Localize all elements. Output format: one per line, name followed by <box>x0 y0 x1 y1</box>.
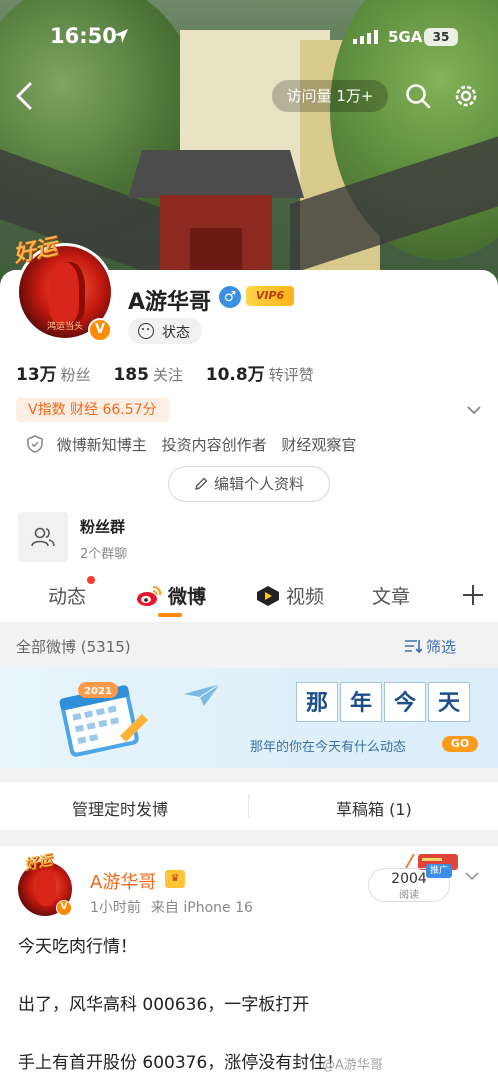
status-label: 状态 <box>162 325 190 341</box>
banner-title-char: 天 <box>428 682 470 722</box>
crown-icon: ♛ <box>165 870 185 888</box>
stat-value: 13万 <box>16 365 57 385</box>
read-label: 阅读 <box>399 890 419 901</box>
post-text-line: 出了，风华高科 000636，一字板打开 <box>18 995 310 1015</box>
post-time: 1小时前 <box>90 900 141 916</box>
status-button[interactable]: 状态 <box>128 318 202 344</box>
drafts-button[interactable]: 草稿箱 (1) <box>336 796 412 820</box>
post-actions-bar: 管理定时发博 草稿箱 (1) <box>0 782 498 830</box>
status-bar: 16:50 5GA 35 <box>0 22 498 52</box>
banner-title-char: 今 <box>384 682 426 722</box>
banner-title-char: 那 <box>296 682 338 722</box>
gear-icon[interactable] <box>452 82 480 110</box>
calendar-year: 2021 <box>84 686 112 697</box>
pencil-icon <box>195 477 208 490</box>
back-arrow-icon[interactable] <box>10 80 38 112</box>
section-divider <box>0 768 498 782</box>
watermark: @A游华哥 <box>322 1058 383 1073</box>
fans-group-subtitle: 2个群聊 <box>80 547 128 562</box>
location-arrow-icon <box>114 29 128 43</box>
battery-indicator: 35 <box>424 28 458 46</box>
shield-icon <box>27 435 43 453</box>
signal-icon <box>353 30 378 44</box>
filter-icon[interactable] <box>404 637 422 655</box>
tab-articles[interactable]: 文章 <box>372 582 410 609</box>
network-type: 5GA <box>388 28 423 46</box>
section-divider <box>0 830 498 846</box>
chevron-down-icon[interactable] <box>464 868 480 884</box>
stat-engagement[interactable]: 10.8万 转评赞 <box>206 360 314 385</box>
all-posts-count: 全部微博 (5315) <box>16 638 131 656</box>
filter-bar: 全部微博 (5315) 筛选 <box>0 622 498 668</box>
post-text-line: 今天吃肉行情！ <box>18 937 137 957</box>
active-tab-indicator <box>158 613 182 617</box>
post-verified-icon: V <box>56 900 72 916</box>
tab-weibo[interactable]: 微博 <box>168 582 206 609</box>
paper-plane-icon <box>184 683 221 706</box>
verified-icon: V <box>88 318 112 342</box>
profile-tags: 微博新知博主 投资内容创作者 财经观察官 <box>26 434 366 455</box>
edit-profile-label: 编辑个人资料 <box>213 475 304 493</box>
search-icon[interactable] <box>404 82 432 110</box>
stat-label: 转评赞 <box>268 366 314 384</box>
video-play-icon <box>257 586 279 606</box>
banner-subtitle: 那年的你在今天有什么动态 <box>250 740 407 755</box>
tab-activity[interactable]: 动态 <box>48 582 86 609</box>
vip-badge[interactable]: VIP6 <box>246 286 294 306</box>
male-gender-icon: ♂ <box>219 286 241 308</box>
post-text-line: 手上有首开股份 600376，涨停没有封住！ <box>18 1053 344 1073</box>
weibo-logo-icon <box>137 586 162 606</box>
tab-video[interactable]: 视频 <box>286 582 324 609</box>
fans-group-icon-box[interactable] <box>18 512 68 562</box>
tag-item: 财经观察官 <box>281 436 357 454</box>
people-icon <box>31 527 55 547</box>
memory-banner[interactable]: 2021 那年今天 那年的你在今天有什么动态 GO <box>0 668 498 768</box>
stat-value: 185 <box>113 365 149 385</box>
post-source: 来自 iPhone 16 <box>150 900 253 916</box>
plus-icon[interactable] <box>462 584 484 606</box>
go-button[interactable]: GO <box>442 736 478 752</box>
edit-profile-button[interactable]: 编辑个人资料 <box>168 466 330 502</box>
v-index-badge[interactable]: V指数 财经 66.57分 <box>16 398 169 422</box>
banner-title: 那年今天 <box>296 682 478 726</box>
filter-button[interactable]: 筛选 <box>426 636 456 657</box>
stat-following[interactable]: 185 关注 <box>113 364 183 385</box>
banner-title-char: 年 <box>340 682 382 722</box>
tag-item: 投资内容创作者 <box>161 436 267 454</box>
profile-stats: 13万 粉丝 185 关注 10.8万 转评赞 <box>16 360 332 385</box>
profile-tabs: 动态 微博 视频 文章 <box>0 572 498 620</box>
scheduled-posts-button[interactable]: 管理定时发博 <box>72 796 168 820</box>
stat-followers[interactable]: 13万 粉丝 <box>16 360 91 385</box>
stat-label: 关注 <box>152 366 183 384</box>
promote-badge[interactable]: 推广 <box>426 864 452 878</box>
stat-value: 10.8万 <box>205 365 265 385</box>
notification-dot <box>87 576 95 584</box>
tag-item: 微博新知博主 <box>56 436 147 454</box>
fans-group-title[interactable]: 粉丝群 <box>80 516 125 537</box>
chevron-down-icon[interactable] <box>466 402 482 418</box>
post-author[interactable]: A游华哥 <box>90 868 156 894</box>
post-meta: 1小时前 来自 iPhone 16 <box>90 897 263 917</box>
cover-pavilion-roof <box>128 150 304 198</box>
smiley-icon <box>138 323 154 339</box>
horse-figure <box>36 870 56 906</box>
status-time: 16:50 <box>50 24 117 48</box>
actions-divider <box>248 794 249 818</box>
profile-username: A游华哥 <box>128 290 212 315</box>
horse-figure <box>49 262 85 324</box>
calendar-icon: 2021 <box>59 682 148 757</box>
visit-count-pill[interactable]: 访问量 1万+ <box>272 80 388 112</box>
stat-label: 粉丝 <box>60 366 91 384</box>
